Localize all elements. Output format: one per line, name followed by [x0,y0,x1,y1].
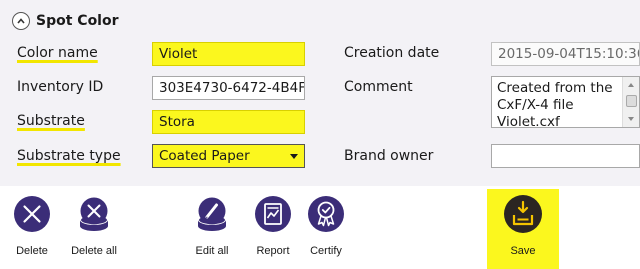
section-title: Spot Color [36,13,119,29]
certify-icon [308,196,344,232]
substrate-type-label: Substrate type [17,148,121,164]
delete-label: Delete [16,245,48,257]
dropdown-arrow-icon [290,154,298,159]
section-header: Spot Color [12,11,119,31]
substrate-label: Substrate [17,113,85,129]
certify-label: Certify [310,245,342,257]
scroll-down-icon[interactable] [628,117,634,121]
scroll-thumb[interactable] [626,95,637,107]
substrate-type-value: Coated Paper [159,148,250,164]
delete-icon [14,196,50,232]
inventory-id-label: Inventory ID [17,79,104,95]
report-label: Report [256,245,290,257]
inventory-id-field[interactable]: 303E4730-6472-4B4F- [152,76,305,100]
save-button[interactable]: Save [487,189,559,269]
creation-date-label: Creation date [344,45,440,61]
brand-owner-label: Brand owner [344,148,434,164]
delete-all-icon [80,197,108,231]
scroll-up-icon[interactable] [628,83,634,87]
certify-button[interactable]: Certify [296,189,356,269]
comment-label: Comment [344,79,413,95]
comment-text: Created from the CxF/X-4 file Violet.cxf [497,80,613,128]
save-icon [504,195,542,233]
brand-owner-field[interactable] [491,144,640,168]
report-icon [255,196,291,232]
color-name-label: Color name [17,45,98,61]
collapse-section-button[interactable] [12,12,30,30]
save-label: Save [510,245,536,257]
edit-all-label: Edit all [195,245,229,257]
substrate-field[interactable]: Stora [152,110,305,134]
comment-textarea[interactable]: Created from the CxF/X-4 file Violet.cxf [491,76,640,128]
substrate-type-dropdown[interactable]: Coated Paper [152,144,305,168]
spot-color-form: Spot Color Color name Violet Inventory I… [0,0,640,186]
edit-all-icon [198,197,226,231]
chevron-up-icon [17,18,25,24]
report-button[interactable]: Report [243,189,303,269]
edit-all-button[interactable]: Edit all [182,189,242,269]
creation-date-field[interactable]: 2015-09-04T15:10:36- [491,42,640,66]
delete-button[interactable]: Delete [2,189,62,269]
comment-scrollbar[interactable] [622,77,639,127]
delete-all-button[interactable]: Delete all [64,189,124,269]
delete-all-label: Delete all [71,245,117,257]
color-name-field[interactable]: Violet [152,42,305,66]
